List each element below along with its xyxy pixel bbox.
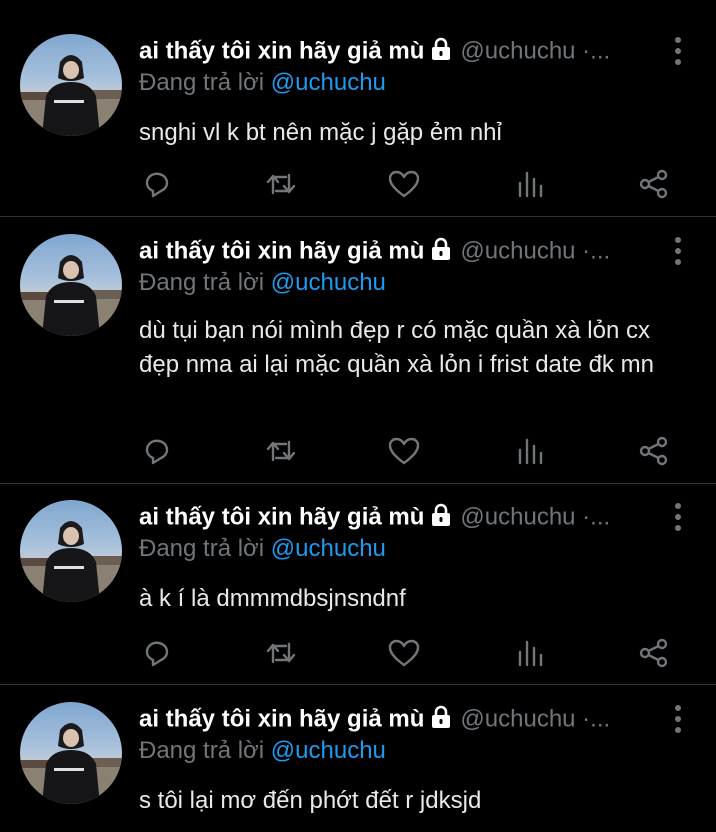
avatar-photo: [20, 723, 122, 804]
views-button[interactable]: [514, 638, 548, 668]
replying-to: Đang trả lời @uchuchu: [139, 737, 386, 765]
share-icon: [639, 169, 668, 199]
reply-mention[interactable]: @uchuchu: [271, 535, 386, 562]
avatar[interactable]: [20, 234, 122, 336]
reply-icon: [145, 641, 169, 667]
replying-to: Đang trả lời @uchuchu: [139, 269, 386, 297]
avatar-photo: [20, 55, 122, 136]
retweet-icon: [266, 440, 296, 462]
divider: [0, 483, 716, 484]
reply-prefix: Đang trả lời: [139, 69, 265, 96]
tweet-header: ai thấy tôi xin hãy giả mù @uchuchu ·...: [139, 236, 659, 272]
like-icon: [388, 437, 420, 465]
display-name[interactable]: ai thấy tôi xin hãy giả mù: [139, 238, 424, 265]
lock-icon: [428, 236, 454, 267]
retweet-button[interactable]: [264, 638, 298, 668]
reply-button[interactable]: [140, 436, 174, 466]
lock-icon: [428, 36, 454, 67]
like-button[interactable]: [387, 638, 421, 668]
display-name[interactable]: ai thấy tôi xin hãy giả mù: [139, 504, 424, 531]
share-button[interactable]: [637, 436, 671, 466]
more-vertical-icon[interactable]: [666, 704, 690, 734]
tweet-text: dù tụi bạn nói mình đẹp r có mặc quần xà…: [139, 317, 654, 378]
avatar[interactable]: [20, 34, 122, 136]
reply-prefix: Đang trả lời: [139, 737, 265, 764]
lock-icon: [428, 704, 454, 735]
tweet-header: ai thấy tôi xin hãy giả mù @uchuchu ·...: [139, 36, 659, 72]
tweet-text: snghi vl k bt nên mặc j gặp ẻm nhỉ: [139, 119, 502, 146]
like-button[interactable]: [387, 436, 421, 466]
share-button[interactable]: [637, 169, 671, 199]
more-vertical-icon[interactable]: [666, 236, 690, 266]
replying-to: Đang trả lời @uchuchu: [139, 535, 386, 563]
reply-icon: [145, 439, 169, 465]
more-vertical-icon[interactable]: [666, 36, 690, 66]
like-icon: [388, 639, 420, 667]
reply-button[interactable]: [140, 169, 174, 199]
lock-icon: [428, 502, 454, 533]
tweet-text: s tôi lại mơ đến phớt đết r jdksjd: [139, 787, 482, 814]
more-vertical-icon[interactable]: [666, 502, 690, 532]
avatar-photo: [20, 255, 122, 336]
avatar-photo: [20, 521, 122, 602]
reply-prefix: Đang trả lời: [139, 535, 265, 562]
display-name[interactable]: ai thấy tôi xin hãy giả mù: [139, 706, 424, 733]
handle[interactable]: @uchuchu ·...: [460, 504, 610, 531]
share-icon: [639, 436, 668, 466]
views-icon: [518, 640, 543, 667]
reply-button[interactable]: [140, 638, 174, 668]
handle[interactable]: @uchuchu ·...: [460, 238, 610, 265]
avatar[interactable]: [20, 500, 122, 602]
like-button[interactable]: [387, 169, 421, 199]
retweet-button[interactable]: [264, 169, 298, 199]
reply-mention[interactable]: @uchuchu: [271, 269, 386, 296]
retweet-icon: [266, 642, 296, 664]
views-icon: [518, 171, 543, 198]
tweet-header: ai thấy tôi xin hãy giả mù @uchuchu ·...: [139, 704, 659, 740]
share-icon: [639, 638, 668, 668]
handle[interactable]: @uchuchu ·...: [460, 706, 610, 733]
divider: [0, 684, 716, 685]
views-button[interactable]: [514, 436, 548, 466]
replying-to: Đang trả lời @uchuchu: [139, 69, 386, 97]
views-button[interactable]: [514, 169, 548, 199]
views-icon: [518, 438, 543, 465]
reply-icon: [145, 172, 169, 198]
share-button[interactable]: [637, 638, 671, 668]
divider: [0, 216, 716, 217]
handle[interactable]: @uchuchu ·...: [460, 38, 610, 65]
retweet-button[interactable]: [264, 436, 298, 466]
avatar[interactable]: [20, 702, 122, 804]
reply-mention[interactable]: @uchuchu: [271, 737, 386, 764]
reply-mention[interactable]: @uchuchu: [271, 69, 386, 96]
retweet-icon: [266, 173, 296, 195]
reply-prefix: Đang trả lời: [139, 269, 265, 296]
tweet-header: ai thấy tôi xin hãy giả mù @uchuchu ·...: [139, 502, 659, 538]
tweet-text: à k í là dmmmdbsjnsndnf: [139, 585, 406, 612]
like-icon: [388, 170, 420, 198]
display-name[interactable]: ai thấy tôi xin hãy giả mù: [139, 38, 424, 65]
